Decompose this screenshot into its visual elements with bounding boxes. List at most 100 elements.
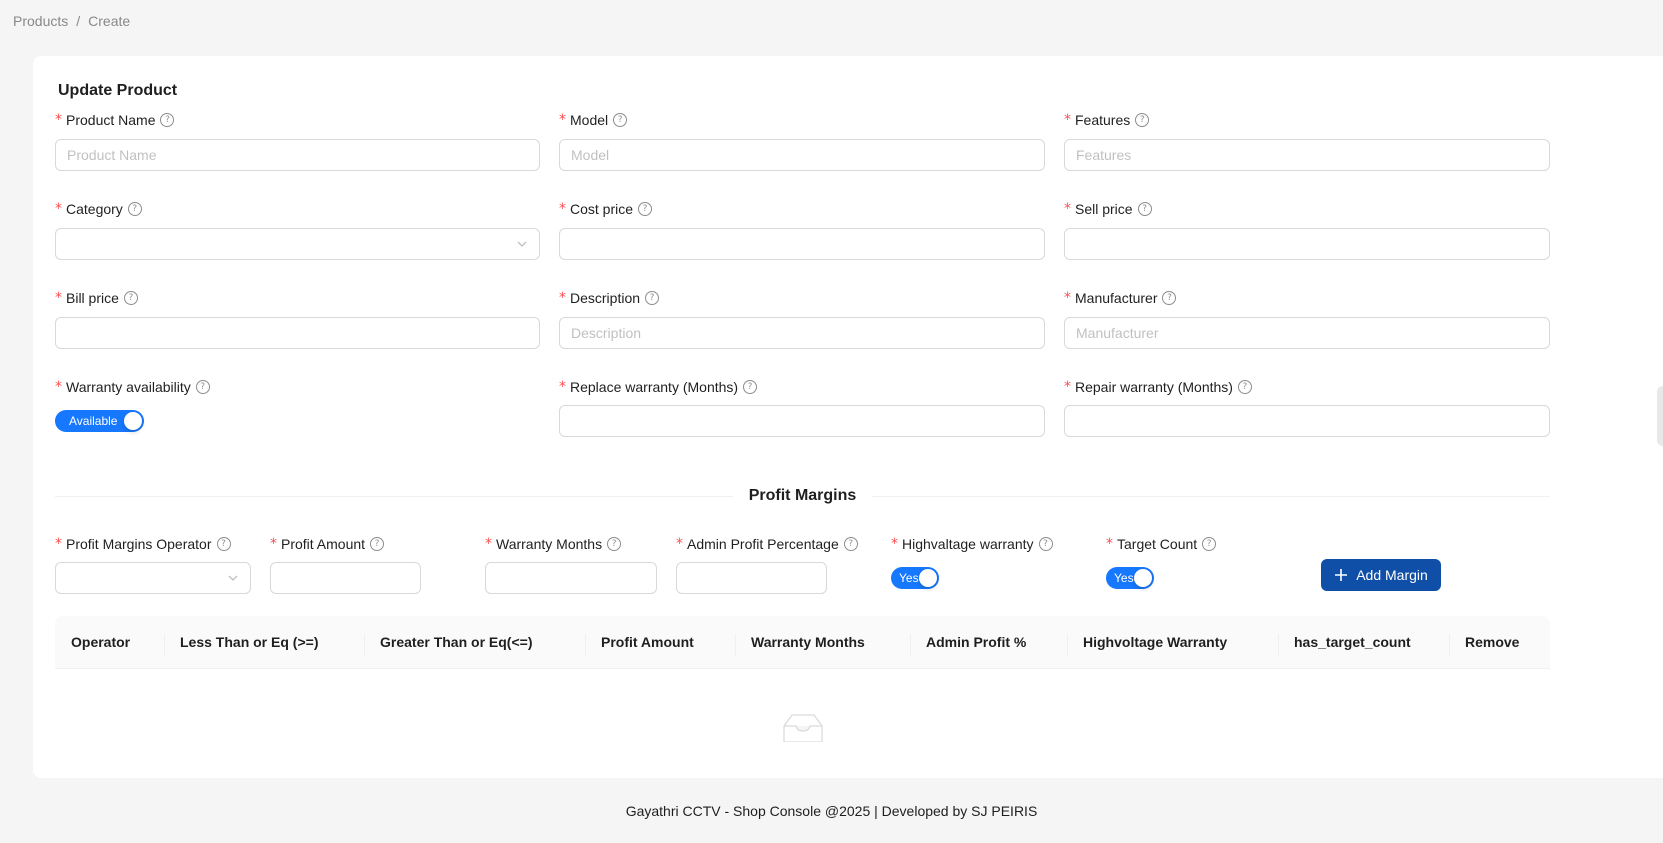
help-icon[interactable]: ? [1162, 291, 1177, 305]
bill-price-input[interactable] [55, 317, 540, 349]
chevron-down-icon [228, 575, 238, 581]
model-label: * Model? [559, 109, 628, 131]
footer-text: Gayathri CCTV - Shop Console @2025 | Dev… [625, 802, 1038, 819]
required-mark: * [1064, 112, 1071, 128]
help-icon[interactable]: ? [370, 537, 385, 551]
label-text: Product Name [66, 112, 156, 128]
admin-profit-percentage-input[interactable] [676, 562, 827, 594]
product-name-input[interactable] [55, 139, 540, 171]
column-header[interactable]: Operator [55, 616, 164, 668]
label-text: Profit Amount [281, 536, 366, 552]
label-text: Model [570, 112, 609, 128]
help-icon[interactable]: ? [613, 113, 628, 127]
description-input[interactable] [559, 317, 1045, 349]
footer: Gayathri CCTV - Shop Console @2025 | Dev… [0, 778, 1663, 843]
switch-knob [1134, 569, 1152, 587]
label-text: Description [570, 290, 641, 306]
help-icon[interactable]: ? [1237, 380, 1252, 394]
cost-price-input[interactable] [559, 228, 1045, 260]
admin-profit-percentage-label: * Admin Profit Percentage? [676, 533, 858, 555]
required-mark: * [55, 201, 62, 217]
switch-text: Yes [1114, 571, 1134, 585]
help-icon[interactable]: ? [638, 202, 653, 216]
manufacturer-input[interactable] [1064, 317, 1550, 349]
scroll-edge [1657, 386, 1663, 446]
profit-amount-label: * Profit Amount? [270, 533, 385, 555]
model-input[interactable] [559, 139, 1045, 171]
help-icon[interactable]: ? [123, 291, 138, 305]
required-mark: * [559, 379, 566, 395]
help-icon[interactable]: ? [1135, 113, 1150, 127]
target-count-label: * Target Count? [1106, 533, 1217, 555]
warranty-availability-label: * Warranty availability? [55, 376, 210, 398]
label-text: Admin Profit Percentage [687, 536, 839, 552]
repair-warranty-label: * Repair warranty (Months)? [1064, 376, 1252, 398]
label-text: Profit Margins Operator [66, 536, 212, 552]
profit-amount-input[interactable] [270, 562, 421, 594]
label-text: Features [1075, 112, 1131, 128]
column-header[interactable]: Highvoltage Warranty [1067, 616, 1278, 668]
required-mark: * [559, 290, 566, 306]
help-icon[interactable]: ? [1137, 202, 1152, 216]
help-icon[interactable]: ? [645, 291, 660, 305]
required-mark: * [55, 112, 62, 128]
breadcrumb-products[interactable]: Products [13, 10, 68, 32]
required-mark: * [1064, 290, 1071, 306]
switch-knob [124, 412, 142, 430]
replace-warranty-input[interactable] [559, 405, 1045, 437]
repair-warranty-input[interactable] [1064, 405, 1550, 437]
required-mark: * [559, 201, 566, 217]
add-margin-button[interactable]: Add Margin [1321, 559, 1441, 591]
bill-price-label: * Bill price? [55, 287, 138, 309]
help-icon[interactable]: ? [743, 380, 758, 394]
product-form-card: Update Product *Product Name? *Model? *F… [33, 56, 1663, 778]
help-icon[interactable]: ? [1038, 537, 1053, 551]
required-mark: * [1064, 201, 1071, 217]
button-label: Add Margin [1356, 567, 1428, 583]
profit-margins-operator-select[interactable] [55, 562, 251, 594]
help-icon[interactable]: ? [607, 537, 622, 551]
column-header[interactable]: Less Than or Eq (>=) [164, 616, 364, 668]
label-text: Replace warranty (Months) [570, 379, 739, 395]
highvoltage-warranty-switch[interactable]: Yes [891, 567, 939, 589]
label-text: Warranty Months [496, 536, 603, 552]
warranty-months-label: * Warranty Months? [485, 533, 622, 555]
help-icon[interactable]: ? [160, 113, 175, 127]
help-icon[interactable]: ? [843, 537, 858, 551]
required-mark: * [270, 536, 277, 552]
manufacturer-label: * Manufacturer? [1064, 287, 1177, 309]
target-count-switch[interactable]: Yes [1106, 567, 1154, 589]
switch-knob [919, 569, 937, 587]
features-input[interactable] [1064, 139, 1550, 171]
product-name-label: * Product Name? [55, 109, 175, 131]
features-label: * Features? [1064, 109, 1150, 131]
required-mark: * [55, 536, 62, 552]
breadcrumb-separator: / [76, 13, 81, 29]
required-mark: * [676, 536, 683, 552]
column-header[interactable]: Admin Profit % [910, 616, 1067, 668]
column-header[interactable]: Profit Amount [585, 616, 735, 668]
sell-price-input[interactable] [1064, 228, 1550, 260]
help-icon[interactable]: ? [195, 380, 210, 394]
help-icon[interactable]: ? [216, 537, 231, 551]
cost-price-label: * Cost price? [559, 198, 653, 220]
label-text: Cost price [570, 201, 634, 217]
table-header: Operator Less Than or Eq (>=) Greater Th… [55, 616, 1550, 669]
warranty-months-input[interactable] [485, 562, 657, 594]
highvoltage-warranty-label: * Highvaltage warranty? [891, 533, 1053, 555]
required-mark: * [1064, 379, 1071, 395]
column-header[interactable]: Remove [1449, 616, 1550, 668]
label-text: Warranty availability [66, 379, 191, 395]
label-text: Target Count [1117, 536, 1198, 552]
category-select[interactable] [55, 228, 540, 260]
column-header[interactable]: has_target_count [1278, 616, 1449, 668]
help-icon[interactable]: ? [1202, 537, 1217, 551]
column-header[interactable]: Warranty Months [735, 616, 910, 668]
column-header[interactable]: Greater Than or Eq(<=) [364, 616, 585, 668]
help-icon[interactable]: ? [127, 202, 142, 216]
label-text: Repair warranty (Months) [1075, 379, 1233, 395]
chevron-down-icon [517, 241, 527, 247]
required-mark: * [55, 379, 62, 395]
warranty-availability-switch[interactable]: Available [55, 410, 144, 432]
sell-price-label: * Sell price? [1064, 198, 1152, 220]
